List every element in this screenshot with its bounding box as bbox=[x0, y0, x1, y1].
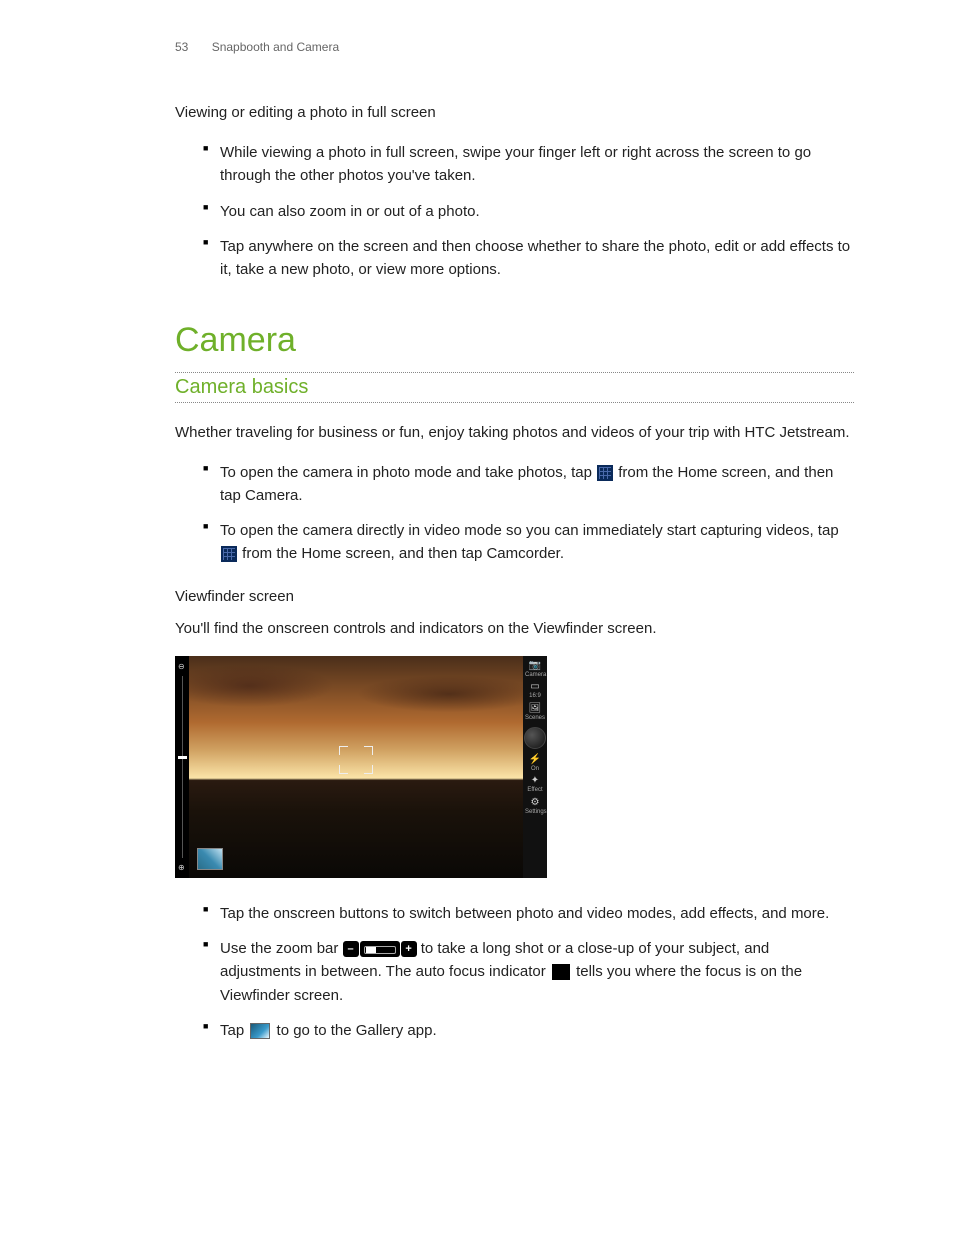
slider-thumb bbox=[178, 756, 187, 759]
subheading-viewing: Viewing or editing a photo in full scree… bbox=[175, 104, 854, 121]
list-item: Tap to go to the Gallery app. bbox=[175, 1019, 854, 1042]
camera-icon: 📷 bbox=[525, 660, 545, 671]
aspect-ratio-button: ▭16:9 bbox=[525, 681, 545, 700]
viewfinder-screenshot: ⊖ ⊕ 📷Camera ▭16:9 🖼Scenes ⚡On ✦Effect ⚙S… bbox=[175, 656, 547, 878]
focus-brackets-icon bbox=[339, 746, 373, 774]
effect-button: ✦Effect bbox=[525, 775, 545, 794]
list-item: You can also zoom in or out of a photo. bbox=[175, 200, 854, 223]
page-number: 53 bbox=[175, 40, 188, 54]
settings-button: ⚙Settings bbox=[525, 797, 545, 816]
scenes-button: 🖼Scenes bbox=[525, 703, 545, 722]
apps-grid-icon bbox=[597, 465, 613, 481]
scenes-icon: 🖼 bbox=[525, 703, 545, 714]
fullscreen-tips-list: While viewing a photo in full screen, sw… bbox=[175, 141, 854, 281]
list-item: To open the camera directly in video mod… bbox=[175, 519, 854, 566]
gallery-icon bbox=[250, 1023, 270, 1039]
list-item: Tap anywhere on the screen and then choo… bbox=[175, 235, 854, 282]
slider-track bbox=[182, 676, 183, 858]
h1-camera: Camera bbox=[175, 321, 854, 360]
section-name: Snapbooth and Camera bbox=[212, 40, 339, 54]
list-item: To open the camera in photo mode and tak… bbox=[175, 461, 854, 508]
viewfinder-sidebar: 📷Camera ▭16:9 🖼Scenes ⚡On ✦Effect ⚙Setti… bbox=[523, 656, 547, 878]
autofocus-indicator-icon bbox=[552, 964, 570, 980]
zoom-in-icon: ⊕ bbox=[178, 863, 185, 872]
shutter-button bbox=[524, 727, 546, 749]
viewfinder-preview bbox=[189, 656, 523, 878]
effect-icon: ✦ bbox=[525, 775, 545, 786]
viewfinder-paragraph: You'll find the onscreen controls and in… bbox=[175, 617, 854, 640]
zoom-out-icon: – bbox=[343, 941, 359, 957]
viewfinder-tips-list: Tap the onscreen buttons to switch betwe… bbox=[175, 902, 854, 1042]
gear-icon: ⚙ bbox=[525, 797, 545, 808]
intro-paragraph: Whether traveling for business or fun, e… bbox=[175, 421, 854, 444]
ratio-icon: ▭ bbox=[525, 681, 545, 692]
open-camera-list: To open the camera in photo mode and tak… bbox=[175, 461, 854, 566]
zoom-in-icon: + bbox=[401, 941, 417, 957]
zoom-slider-rail: ⊖ ⊕ bbox=[175, 656, 189, 878]
apps-grid-icon bbox=[221, 546, 237, 562]
running-header: 53 Snapbooth and Camera bbox=[175, 40, 854, 54]
gallery-thumbnail bbox=[197, 848, 223, 870]
zoom-bar-icon bbox=[360, 941, 400, 957]
list-item: While viewing a photo in full screen, sw… bbox=[175, 141, 854, 188]
h2-camera-basics: Camera basics bbox=[175, 373, 854, 402]
zoom-out-icon: ⊖ bbox=[178, 662, 185, 671]
list-item: Use the zoom bar –+ to take a long shot … bbox=[175, 937, 854, 1007]
flash-button: ⚡On bbox=[525, 754, 545, 773]
dotted-divider: Camera basics bbox=[175, 372, 854, 403]
list-item: Tap the onscreen buttons to switch betwe… bbox=[175, 902, 854, 925]
flash-icon: ⚡ bbox=[525, 754, 545, 765]
manual-page: 53 Snapbooth and Camera Viewing or editi… bbox=[0, 0, 954, 1162]
subheading-viewfinder: Viewfinder screen bbox=[175, 588, 854, 605]
camera-mode-button: 📷Camera bbox=[525, 660, 545, 679]
